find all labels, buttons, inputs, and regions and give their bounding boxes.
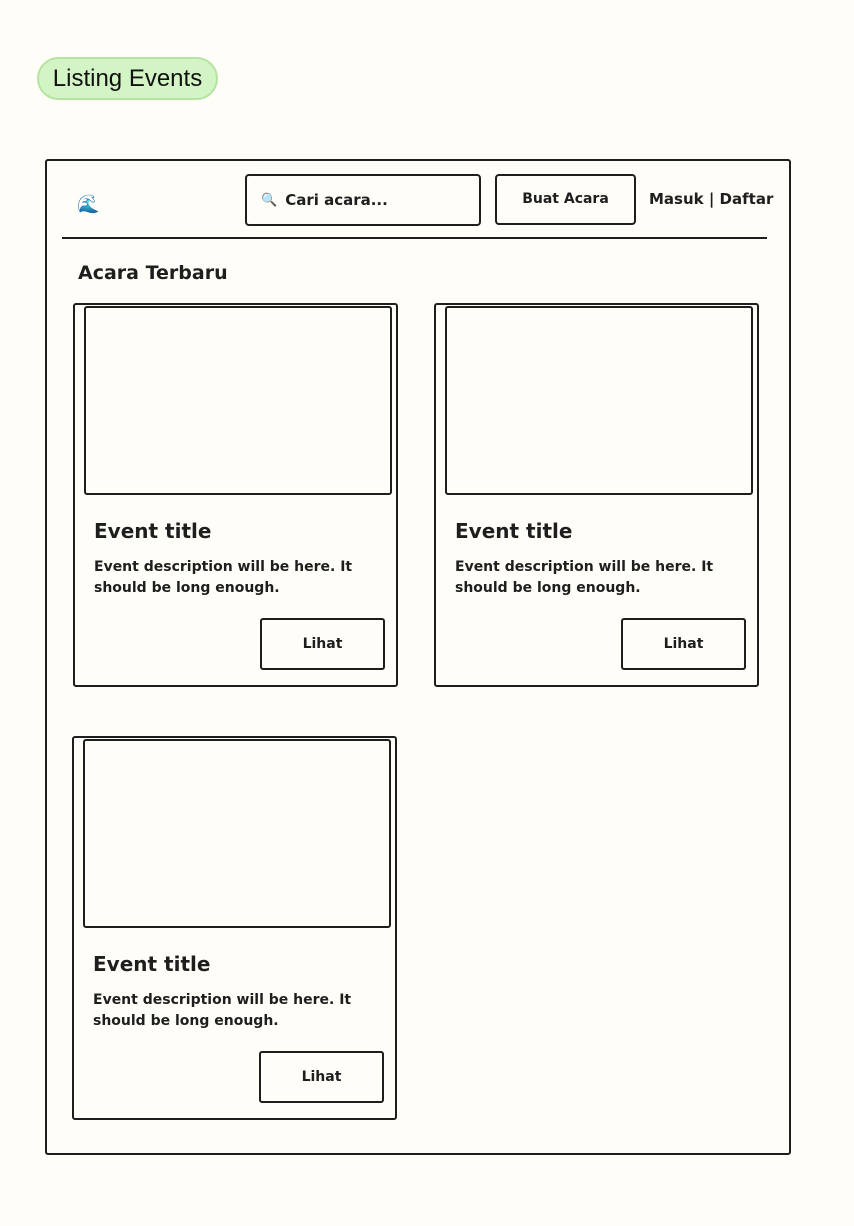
view-event-button[interactable]: Lihat (621, 618, 746, 670)
search-input[interactable]: 🔍 Cari acara... (245, 174, 481, 226)
event-description: Event description will be here. It shoul… (93, 992, 352, 1029)
search-placeholder: Cari acara... (285, 191, 388, 209)
event-title: Event title (455, 519, 573, 543)
event-card[interactable]: Event title Event description will be he… (434, 303, 759, 687)
search-icon: 🔍 (261, 192, 278, 208)
event-image-placeholder (84, 306, 392, 495)
event-description: Event description will be here. It shoul… (94, 559, 353, 596)
event-description: Event description will be here. It shoul… (455, 559, 714, 596)
create-event-button[interactable]: Buat Acara (495, 174, 636, 225)
header-divider (62, 237, 767, 239)
section-title: Acara Terbaru (78, 262, 228, 284)
event-title: Event title (94, 519, 212, 543)
auth-links[interactable]: Masuk | Daftar (649, 188, 773, 210)
event-image-placeholder (83, 739, 391, 928)
event-image-placeholder (445, 306, 753, 495)
event-card[interactable]: Event title Event description will be he… (73, 303, 398, 687)
frame-label: Listing Events (37, 57, 218, 100)
event-card[interactable]: Event title Event description will be he… (72, 736, 397, 1120)
view-event-button[interactable]: Lihat (259, 1051, 384, 1103)
logo-wave-icon[interactable]: 🌊 (77, 194, 103, 216)
view-event-button[interactable]: Lihat (260, 618, 385, 670)
event-title: Event title (93, 952, 211, 976)
